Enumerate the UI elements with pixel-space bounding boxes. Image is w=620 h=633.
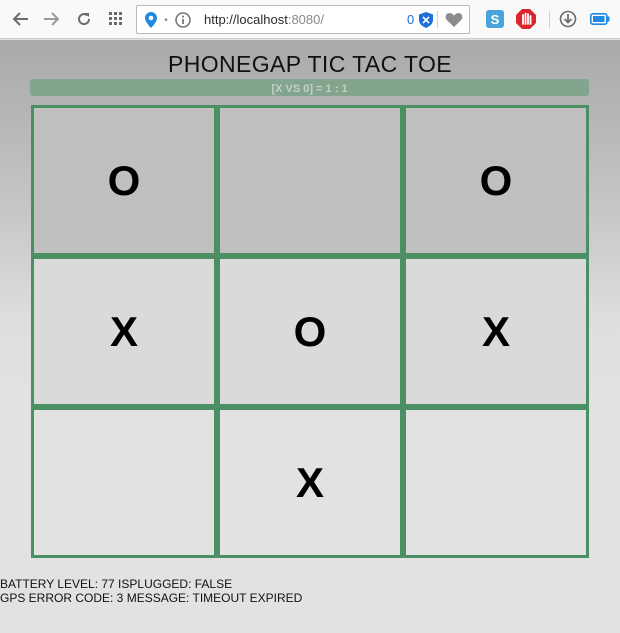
toolbar-divider <box>549 11 550 28</box>
url-host: http://localhost <box>204 12 288 27</box>
separator-dot-icon: • <box>164 14 168 26</box>
url-text[interactable]: http://localhost:8080/ <box>204 12 324 27</box>
game-board: O O X O X X <box>31 105 589 558</box>
download-icon[interactable] <box>558 9 578 29</box>
board-cell-2[interactable] <box>220 108 400 253</box>
location-pin-icon[interactable] <box>142 11 160 29</box>
cell-mark: X <box>481 307 510 355</box>
board-cell-8[interactable]: X <box>220 410 400 555</box>
url-bar[interactable]: • http://localhost:8080/ 0 <box>136 5 470 34</box>
info-icon[interactable] <box>174 11 192 29</box>
forward-icon[interactable] <box>41 9 61 29</box>
back-icon[interactable] <box>11 9 31 29</box>
board-cell-5[interactable]: O <box>220 259 400 404</box>
cell-mark: O <box>107 156 141 204</box>
cell-mark: X <box>109 307 138 355</box>
board-cell-6[interactable]: X <box>406 259 586 404</box>
shield-icon[interactable] <box>417 10 435 30</box>
board-cell-1[interactable]: O <box>34 108 214 253</box>
skype-icon[interactable]: S <box>484 8 506 30</box>
cell-mark: O <box>293 307 327 355</box>
board-cell-4[interactable]: X <box>34 259 214 404</box>
cell-mark: O <box>479 156 513 204</box>
battery-status-text: BATTERY LEVEL: 77 ISPLUGGED: FALSE <box>0 577 233 591</box>
device-status: BATTERY LEVEL: 77 ISPLUGGED: FALSE GPS E… <box>0 577 302 605</box>
heart-icon[interactable] <box>443 10 465 30</box>
tracker-count: 0 <box>407 12 415 27</box>
gps-status-text: GPS ERROR CODE: 3 MESSAGE: TIMEOUT EXPIR… <box>0 591 303 605</box>
browser-toolbar: • http://localhost:8080/ 0 S <box>0 0 620 39</box>
board-cell-9[interactable] <box>406 410 586 555</box>
cell-mark: X <box>295 458 324 506</box>
svg-text:S: S <box>491 12 500 27</box>
board-cell-7[interactable] <box>34 410 214 555</box>
apps-grid-icon[interactable] <box>106 9 126 29</box>
app-page: PHONEGAP TIC TAC TOE [X VS 0] = 1 : 1 O … <box>0 40 620 633</box>
score-text: [X VS 0] = 1 : 1 <box>271 83 348 95</box>
board-cell-3[interactable]: O <box>406 108 586 253</box>
reload-icon[interactable] <box>74 9 94 29</box>
score-bar: [X VS 0] = 1 : 1 <box>30 79 589 96</box>
url-divider <box>437 11 438 28</box>
url-port-path: :8080/ <box>287 12 324 27</box>
stop-hand-icon[interactable] <box>514 7 538 31</box>
page-title: PHONEGAP TIC TAC TOE <box>167 51 453 77</box>
battery-icon[interactable] <box>589 9 611 29</box>
